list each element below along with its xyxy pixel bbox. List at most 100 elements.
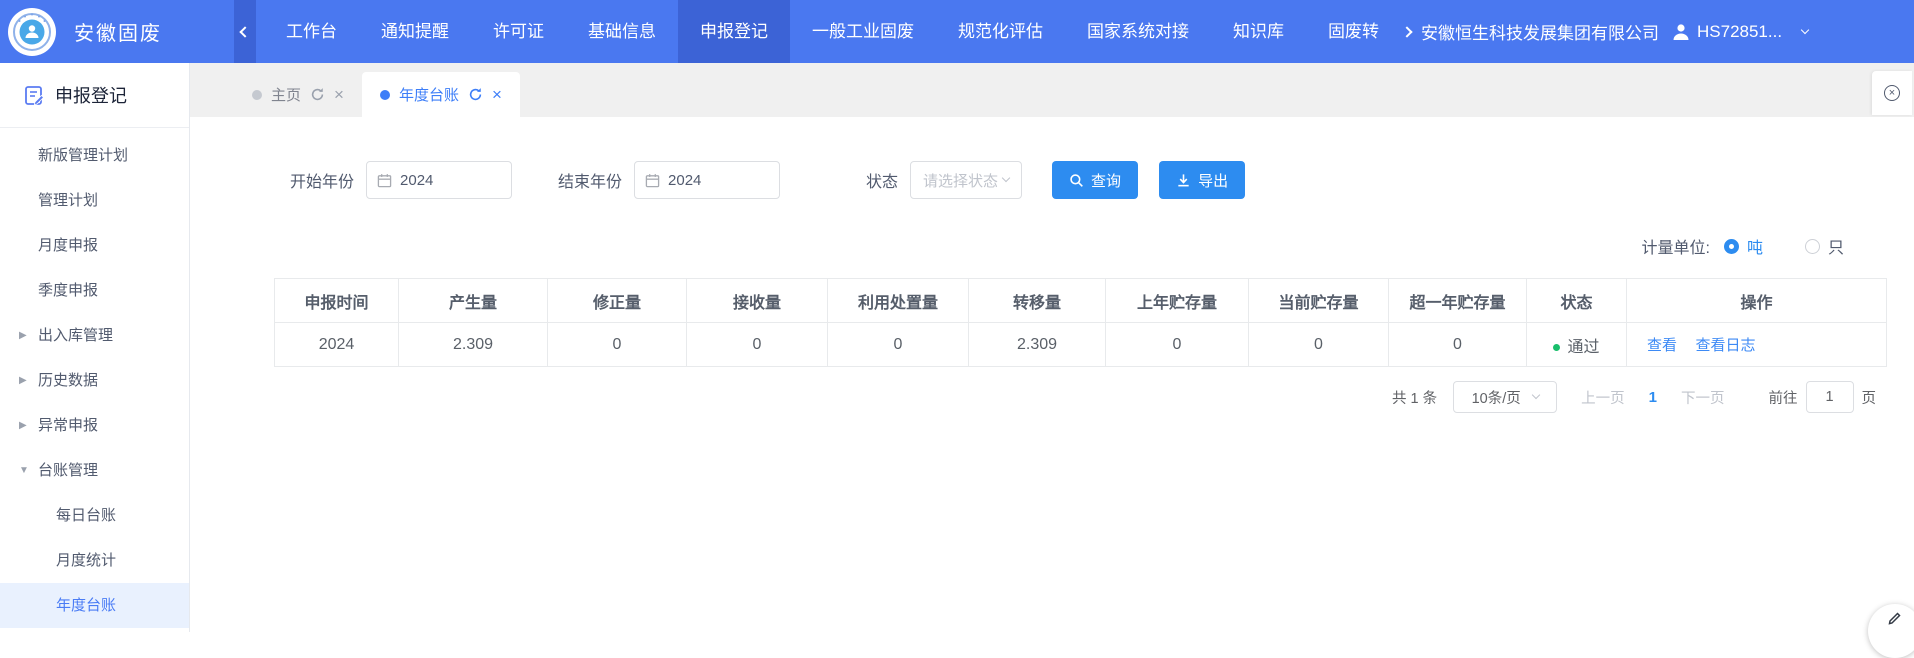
brand-box: 安徽固废 bbox=[0, 0, 234, 63]
sidebar-item-daily-ledger[interactable]: 每日台账 bbox=[0, 493, 189, 538]
sidebar-item-abnormal-declaration[interactable]: ▶异常申报 bbox=[0, 403, 189, 448]
close-icon[interactable]: × bbox=[334, 86, 344, 103]
col-transferred: 转移量 bbox=[969, 279, 1106, 323]
sidebar: 申报登记 新版管理计划 管理计划 月度申报 季度申报 ▶出入库管理 ▶历史数据 … bbox=[0, 63, 190, 632]
sidebar-item-inout-warehouse[interactable]: ▶出入库管理 bbox=[0, 313, 189, 358]
sidebar-title-label: 申报登记 bbox=[55, 82, 127, 108]
menu-item-notifications[interactable]: 通知提醒 bbox=[359, 0, 471, 63]
sidebar-item-management-plan[interactable]: 管理计划 bbox=[0, 178, 189, 223]
menu-item-license[interactable]: 许可证 bbox=[471, 0, 566, 63]
goto-page-input[interactable] bbox=[1806, 381, 1854, 413]
table-header-row: 申报时间 产生量 修正量 接收量 利用处置量 转移量 上年贮存量 当前贮存量 超… bbox=[275, 279, 1887, 323]
cell-received: 0 bbox=[687, 323, 828, 367]
sidebar-item-quarterly-declaration[interactable]: 季度申报 bbox=[0, 268, 189, 313]
menu-item-basic-info[interactable]: 基础信息 bbox=[566, 0, 678, 63]
chevron-down-icon bbox=[1531, 391, 1539, 399]
start-year-value: 2024 bbox=[400, 172, 433, 189]
chevron-right-icon bbox=[1401, 26, 1412, 37]
next-page-button[interactable]: 下一页 bbox=[1681, 387, 1725, 408]
user-id: HS72851... bbox=[1697, 22, 1782, 42]
triangle-right-icon: ▶ bbox=[19, 403, 27, 448]
brand-title: 安徽固废 bbox=[74, 17, 162, 46]
circle-close-icon: × bbox=[1884, 85, 1900, 101]
company-name: 安徽恒生科技发展集团有限公司 bbox=[1421, 19, 1659, 44]
col-status: 状态 bbox=[1527, 279, 1627, 323]
tab-dot-icon bbox=[252, 90, 262, 100]
content-panel: 开始年份 2024 结束年份 bbox=[190, 117, 1914, 632]
tab-annual-ledger[interactable]: 年度台账 × bbox=[362, 72, 520, 117]
menu-item-declaration[interactable]: 申报登记 bbox=[678, 0, 790, 63]
sidebar-item-new-management-plan[interactable]: 新版管理计划 bbox=[0, 133, 189, 178]
total-count: 共 1 条 bbox=[1392, 387, 1437, 408]
tab-dot-icon bbox=[380, 90, 390, 100]
sidebar-collapse-button[interactable] bbox=[234, 0, 256, 63]
menu-item-waste-transfer[interactable]: 固废转 bbox=[1306, 0, 1401, 63]
menu-scroll-right-button[interactable] bbox=[1403, 28, 1411, 36]
refresh-icon[interactable] bbox=[310, 87, 325, 102]
main-area: 主页 × 年度台账 × × bbox=[190, 63, 1914, 632]
top-menu: 工作台 通知提醒 许可证 基础信息 申报登记 一般工业固废 规范化评估 国家系统… bbox=[264, 0, 1401, 63]
start-year-input[interactable]: 2024 bbox=[366, 161, 512, 199]
tab-label: 年度台账 bbox=[399, 84, 459, 105]
col-current-storage: 当前贮存量 bbox=[1249, 279, 1389, 323]
chevron-down-icon bbox=[1002, 174, 1010, 182]
col-over-year-storage: 超一年贮存量 bbox=[1389, 279, 1527, 323]
cell-transferred: 2.309 bbox=[969, 323, 1106, 367]
col-actions: 操作 bbox=[1627, 279, 1887, 323]
current-page[interactable]: 1 bbox=[1649, 389, 1657, 406]
menu-item-national-system[interactable]: 国家系统对接 bbox=[1065, 0, 1211, 63]
end-year-input[interactable]: 2024 bbox=[634, 161, 780, 199]
prev-page-button[interactable]: 上一页 bbox=[1581, 387, 1625, 408]
menu-item-standardization-assessment[interactable]: 规范化评估 bbox=[936, 0, 1065, 63]
view-link[interactable]: 查看 bbox=[1647, 337, 1677, 354]
radio-ton[interactable] bbox=[1724, 239, 1739, 254]
start-year-label: 开始年份 bbox=[290, 168, 354, 192]
cell-over-year-storage: 0 bbox=[1389, 323, 1527, 367]
unit-option-piece[interactable]: 只 bbox=[1828, 234, 1844, 258]
menu-item-workbench[interactable]: 工作台 bbox=[264, 0, 359, 63]
sidebar-item-monthly-stats[interactable]: 月度统计 bbox=[0, 538, 189, 583]
search-button[interactable]: 查询 bbox=[1052, 161, 1138, 199]
tab-home[interactable]: 主页 × bbox=[234, 72, 362, 117]
export-button[interactable]: 导出 bbox=[1159, 161, 1245, 199]
calendar-icon bbox=[645, 173, 660, 188]
status-badge: 通过 bbox=[1567, 339, 1599, 356]
sidebar-item-history-data[interactable]: ▶历史数据 bbox=[0, 358, 189, 403]
col-received: 接收量 bbox=[687, 279, 828, 323]
sidebar-item-ledger-management[interactable]: ▼台账管理 bbox=[0, 448, 189, 493]
unit-toggle-row: 计量单位: 吨 只 bbox=[190, 235, 1914, 257]
refresh-icon[interactable] bbox=[468, 87, 483, 102]
floating-helper-button[interactable] bbox=[1868, 604, 1914, 658]
goto-label: 前往 bbox=[1769, 387, 1798, 408]
search-icon bbox=[1069, 173, 1084, 188]
col-generated: 产生量 bbox=[399, 279, 548, 323]
unit-option-ton[interactable]: 吨 bbox=[1747, 234, 1763, 258]
col-utilized: 利用处置量 bbox=[828, 279, 969, 323]
tab-label: 主页 bbox=[271, 84, 301, 105]
col-last-year-storage: 上年贮存量 bbox=[1106, 279, 1249, 323]
app-badge-logo-icon bbox=[8, 8, 56, 56]
user-menu[interactable]: 安徽恒生科技发展集团有限公司 HS72851... bbox=[1421, 19, 1808, 44]
menu-item-knowledge-base[interactable]: 知识库 bbox=[1211, 0, 1306, 63]
table-row: 2024 2.309 0 0 0 2.309 0 0 0 通过 查看 bbox=[275, 323, 1887, 367]
close-icon[interactable]: × bbox=[492, 86, 502, 103]
sidebar-title: 申报登记 bbox=[0, 63, 189, 128]
col-corrected: 修正量 bbox=[548, 279, 687, 323]
end-year-label: 结束年份 bbox=[558, 168, 622, 192]
tab-bar: 主页 × 年度台账 × × bbox=[190, 63, 1914, 117]
radio-piece[interactable] bbox=[1805, 239, 1820, 254]
sidebar-item-monthly-declaration[interactable]: 月度申报 bbox=[0, 223, 189, 268]
end-year-value: 2024 bbox=[668, 172, 701, 189]
status-select[interactable]: 请选择状态 bbox=[910, 161, 1022, 199]
cell-corrected: 0 bbox=[548, 323, 687, 367]
view-log-link[interactable]: 查看日志 bbox=[1695, 337, 1755, 354]
cell-status: 通过 bbox=[1527, 323, 1627, 367]
document-edit-icon bbox=[24, 85, 45, 106]
status-placeholder: 请选择状态 bbox=[923, 170, 998, 191]
green-dot-icon bbox=[1553, 344, 1560, 351]
menu-item-general-industrial-waste[interactable]: 一般工业固废 bbox=[790, 0, 936, 63]
triangle-right-icon: ▶ bbox=[19, 358, 27, 403]
close-all-tabs-button[interactable]: × bbox=[1872, 71, 1912, 115]
page-size-select[interactable]: 10条/页 bbox=[1453, 381, 1557, 413]
sidebar-item-annual-ledger[interactable]: 年度台账 bbox=[0, 583, 189, 628]
